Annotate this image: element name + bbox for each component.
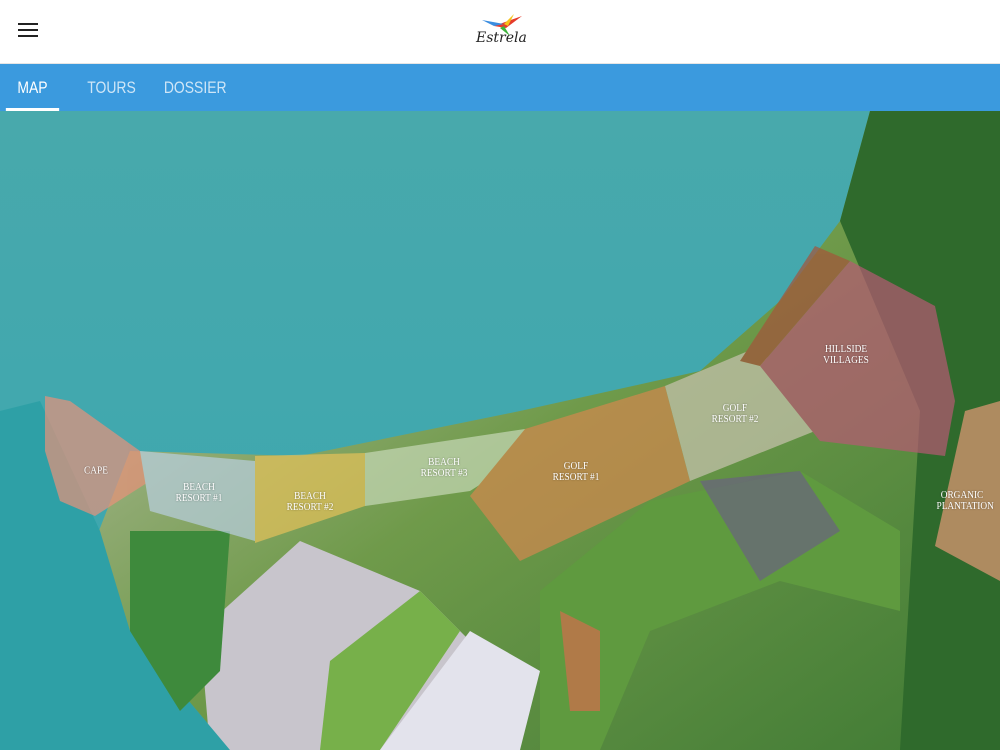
aerial-map[interactable]: Cape Beach Resort #1 Beach Resort #2 Bea… (0, 111, 1000, 750)
eco-estrela-logo: Estrela (474, 14, 528, 52)
tab-dossier[interactable]: DOSSIER (164, 64, 227, 111)
logo-text: Estrela (476, 30, 527, 46)
main-tabs: MAP TOURS DOSSIER (0, 64, 1000, 111)
zone-label-golf-resort-2[interactable]: Golf Resort #2 (710, 403, 761, 425)
zone-label-hillside-villages[interactable]: Hillside Villages (821, 344, 872, 366)
zone-label-beach-resort-1[interactable]: Beach Resort #1 (174, 482, 225, 504)
zone-label-beach-resort-3[interactable]: Beach Resort #3 (419, 457, 470, 479)
zone-label-cape[interactable]: Cape (84, 465, 108, 477)
zone-label-golf-resort-1[interactable]: Golf Resort #1 (551, 461, 602, 483)
tab-tours[interactable]: TOURS (85, 64, 138, 111)
tab-map[interactable]: MAP (5, 64, 60, 111)
app-header: Estrela (0, 0, 1000, 64)
hamburger-menu-icon[interactable] (18, 23, 38, 39)
zone-label-organic-plantation[interactable]: Organic Plantation (937, 490, 994, 512)
map-image (0, 111, 1000, 750)
zone-label-beach-resort-2[interactable]: Beach Resort #2 (285, 491, 336, 513)
